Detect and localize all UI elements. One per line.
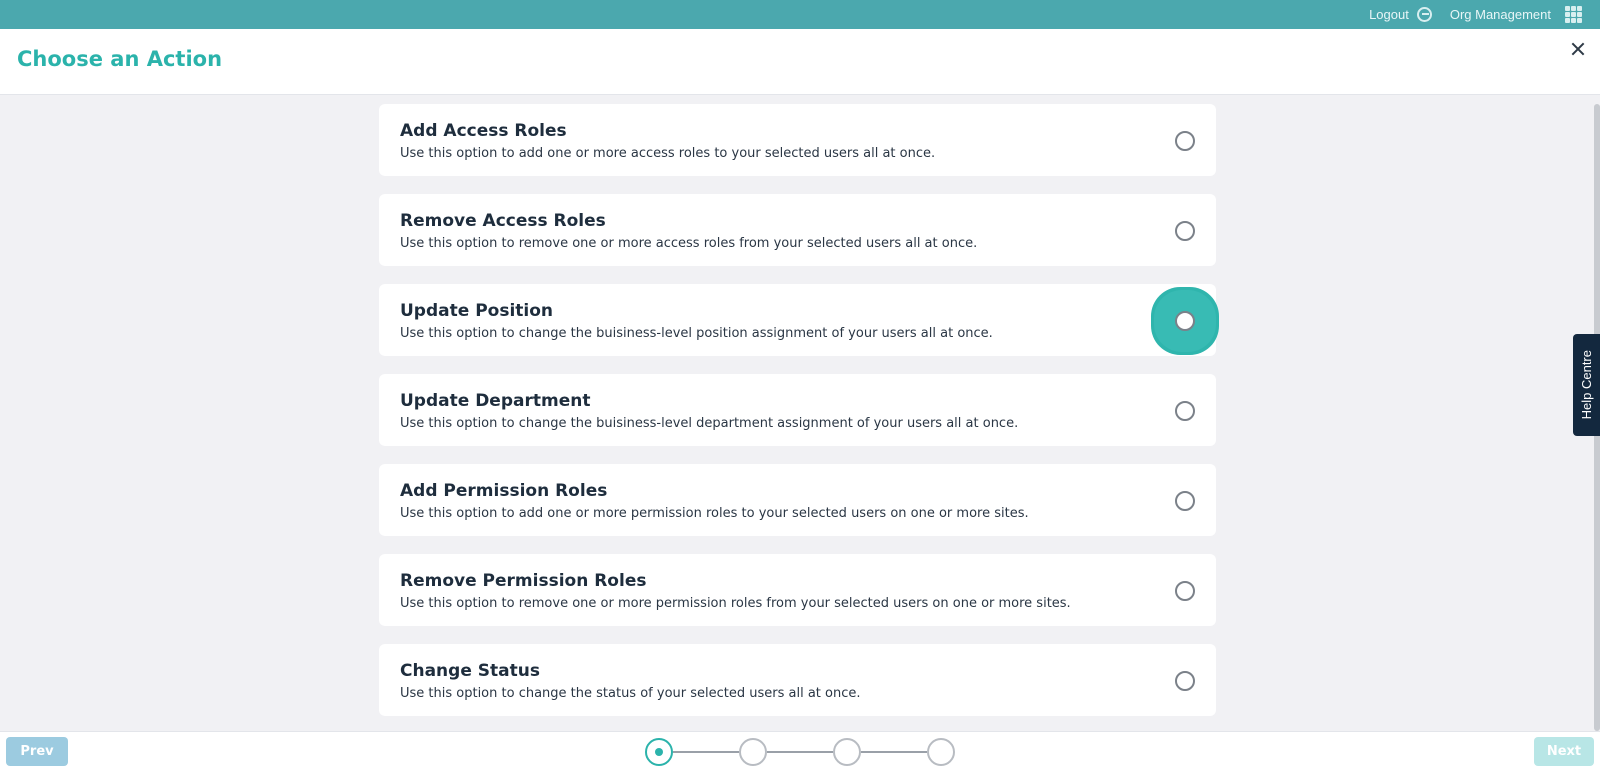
logout-label: Logout	[1369, 7, 1409, 22]
action-description: Use this option to change the buisiness-…	[400, 416, 1019, 431]
radio-button[interactable]	[1175, 581, 1195, 601]
action-description: Use this option to change the status of …	[400, 686, 861, 701]
action-option-update-department[interactable]: Update Department Use this option to cha…	[379, 374, 1216, 446]
help-centre-label: Help Centre	[1579, 350, 1594, 420]
action-title: Update Department	[400, 391, 591, 411]
step-indicator	[645, 738, 955, 766]
action-description: Use this option to change the buisiness-…	[400, 326, 993, 341]
top-bar: Logout Org Management	[0, 0, 1600, 29]
action-title: Update Position	[400, 301, 554, 321]
radio-button[interactable]	[1175, 491, 1195, 511]
action-option-add-permission-roles[interactable]: Add Permission Roles Use this option to …	[379, 464, 1216, 536]
action-title: Remove Permission Roles	[400, 571, 647, 591]
step-connector	[767, 751, 833, 753]
page-title: Choose an Action	[17, 47, 223, 71]
action-title: Add Access Roles	[400, 121, 567, 141]
step-connector	[861, 751, 927, 753]
radio-button[interactable]	[1175, 221, 1195, 241]
radio-button[interactable]	[1175, 131, 1195, 151]
action-option-add-access-roles[interactable]: Add Access Roles Use this option to add …	[379, 104, 1216, 176]
action-option-update-position[interactable]: Update Position Use this option to chang…	[379, 284, 1216, 356]
step-connector	[673, 751, 739, 753]
org-management-label: Org Management	[1449, 7, 1551, 22]
logout-icon	[1416, 7, 1432, 22]
step-3	[833, 738, 861, 766]
close-icon[interactable]	[1570, 41, 1586, 57]
action-list: Add Access Roles Use this option to add …	[379, 104, 1216, 734]
next-button[interactable]: Next	[1534, 737, 1594, 766]
step-4	[927, 738, 955, 766]
action-title: Remove Access Roles	[400, 211, 606, 231]
radio-button[interactable]	[1175, 401, 1195, 421]
wizard-footer: Prev Next	[0, 731, 1600, 769]
step-1	[645, 738, 673, 766]
step-2	[739, 738, 767, 766]
action-title: Add Permission Roles	[400, 481, 608, 501]
action-description: Use this option to remove one or more ac…	[400, 236, 978, 251]
help-centre-tab[interactable]: Help Centre	[1573, 334, 1600, 436]
prev-button[interactable]: Prev	[6, 737, 68, 766]
action-description: Use this option to add one or more acces…	[400, 146, 936, 161]
apps-grid-icon	[1565, 6, 1582, 23]
logout-link[interactable]: Logout	[1369, 7, 1432, 22]
radio-button[interactable]	[1175, 311, 1195, 331]
dialog-header: Choose an Action	[0, 29, 1600, 95]
radio-button[interactable]	[1175, 671, 1195, 691]
action-option-remove-access-roles[interactable]: Remove Access Roles Use this option to r…	[379, 194, 1216, 266]
action-option-change-status[interactable]: Change Status Use this option to change …	[379, 644, 1216, 716]
org-management-link[interactable]: Org Management	[1450, 6, 1582, 23]
action-description: Use this option to add one or more permi…	[400, 506, 1029, 521]
action-title: Change Status	[400, 661, 540, 681]
action-description: Use this option to remove one or more pe…	[400, 596, 1071, 611]
action-option-remove-permission-roles[interactable]: Remove Permission Roles Use this option …	[379, 554, 1216, 626]
